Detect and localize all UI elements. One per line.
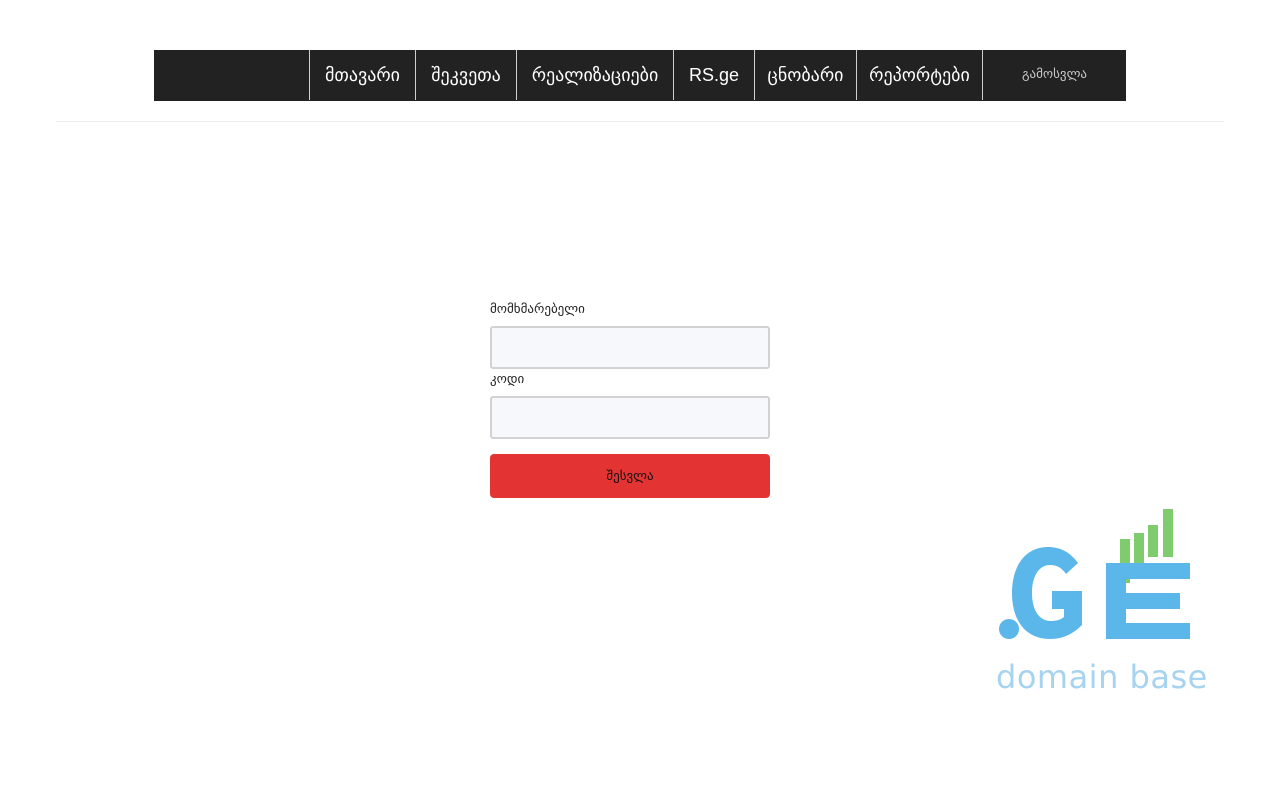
header-divider — [56, 121, 1224, 122]
login-form: მომხმარებელი კოდი შესვლა — [490, 300, 770, 498]
password-label: კოდი — [490, 372, 525, 387]
nav-item-rsge[interactable]: RS.ge — [673, 50, 754, 100]
ge-logo-icon — [999, 509, 1190, 639]
nav-item-order[interactable]: შეკვეთა — [415, 50, 516, 100]
logout-link[interactable]: გამოსვლა — [982, 50, 1126, 100]
nav-item-reference[interactable]: ცნობარი — [754, 50, 856, 100]
nav-item-realizations[interactable]: რეალიზაციები — [516, 50, 673, 100]
username-input[interactable] — [490, 326, 770, 369]
logo-subtitle: domain base — [996, 658, 1208, 696]
nav-item-reports[interactable]: რეპორტები — [856, 50, 982, 100]
password-input[interactable] — [490, 396, 770, 439]
nav-item-main[interactable]: მთავარი — [309, 50, 415, 100]
top-navbar: მთავარი შეკვეთა რეალიზაციები RS.ge ცნობა… — [154, 50, 1126, 101]
login-button[interactable]: შესვლა — [490, 454, 770, 498]
username-label: მომხმარებელი — [490, 302, 585, 317]
